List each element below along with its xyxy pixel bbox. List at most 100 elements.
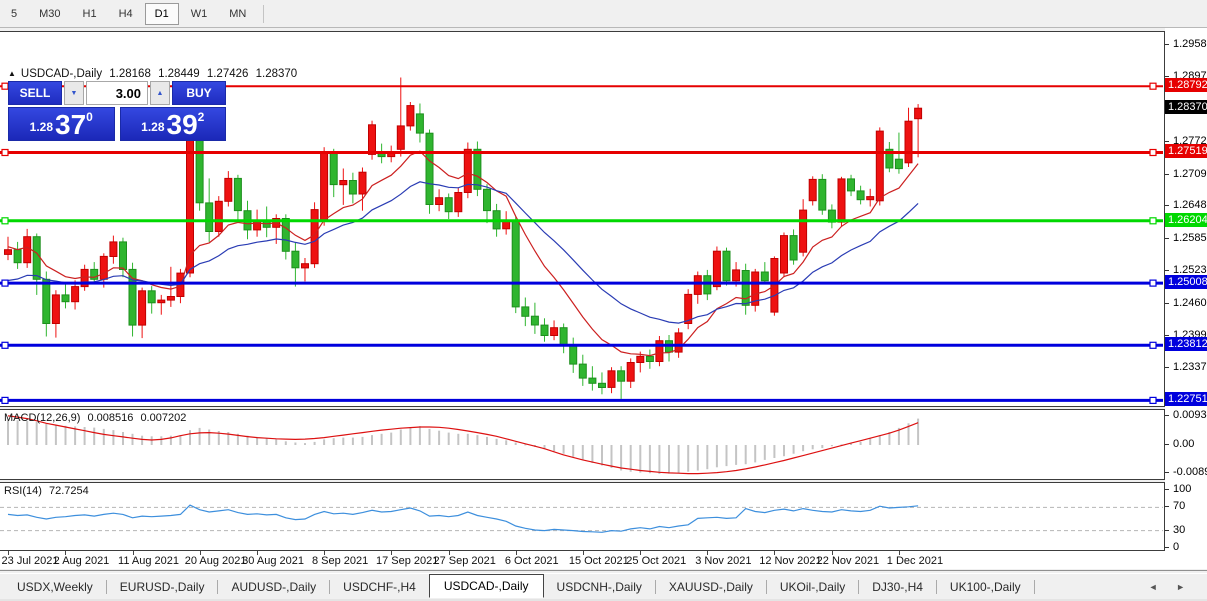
chart-open-value: 1.28168 — [109, 68, 151, 80]
date-label: 3 Nov 2021 — [695, 555, 752, 567]
chart-tab-usdx-weekly[interactable]: USDX,Weekly — [4, 576, 106, 598]
macd-tick-0.00: 0.00 — [1173, 438, 1195, 450]
chart-title: ▲ USDCAD-,Daily 1.28168 1.28449 1.27426 1… — [8, 68, 301, 80]
axis-tick-mark — [1165, 506, 1169, 508]
timeframe-button-h4[interactable]: H4 — [109, 3, 143, 25]
date-label: 11 Aug 2021 — [118, 555, 180, 567]
rsi-chart-canvas[interactable] — [0, 483, 1163, 550]
axis-tick-mark — [1165, 334, 1169, 336]
axis-tick-mark — [1165, 303, 1169, 304]
rsi-indicator-panel[interactable]: RSI(14) 72.7254 — [0, 482, 1165, 551]
date-label: 23 Jul 2021 — [1, 555, 59, 567]
macd-name: MACD(12,26,9) — [4, 412, 81, 424]
hline-handle[interactable] — [1, 217, 9, 225]
rsi-tick-30: 30 — [1173, 523, 1186, 536]
date-label: 6 Oct 2021 — [504, 555, 559, 567]
date-label: 1 Dec 2021 — [886, 555, 944, 567]
collapse-triangle-icon[interactable]: ▲ — [8, 69, 16, 78]
chart-tab-xauusd-daily[interactable]: XAUUSD-,Daily — [656, 576, 766, 598]
axis-tick-mark — [1165, 547, 1169, 548]
hline-price-label-1.28792: 1.28792 — [1165, 78, 1207, 93]
rsi-line — [7, 504, 919, 533]
date-label: 30 Aug 2021 — [242, 555, 304, 567]
volume-decrease-button[interactable]: ▼ — [64, 81, 84, 105]
hline-price-label-1.26204: 1.26204 — [1165, 212, 1207, 227]
hline-handle[interactable] — [1149, 396, 1157, 404]
rsi-name: RSI(14) — [4, 485, 42, 497]
sell-price-sup: 0 — [86, 110, 93, 124]
chart-tab-audusd-daily[interactable]: AUDUSD-,Daily — [218, 576, 329, 598]
chart-tab-eurusd-daily[interactable]: EURUSD-,Daily — [107, 576, 218, 598]
timeframe-toolbar: 5 M30 H1 H4 D1 W1 MN — [0, 0, 1207, 28]
axis-tick-mark — [1165, 414, 1169, 416]
axis-tick-mark — [1165, 489, 1169, 490]
axis-tick-mark — [1165, 75, 1169, 77]
hline-handle[interactable] — [1149, 82, 1157, 90]
rsi-tick-100: 100 — [1173, 483, 1192, 495]
hline-handle[interactable] — [1149, 217, 1157, 225]
axis-tick-mark — [1165, 366, 1169, 368]
chart-close-value: 1.28370 — [255, 68, 298, 80]
rsi-tick-70: 70 — [1173, 500, 1186, 513]
hline-handle[interactable] — [1, 148, 9, 157]
chart-tab-dj30-h4[interactable]: DJ30-,H4 — [859, 576, 936, 598]
chart-low-value: 1.27426 — [206, 68, 249, 80]
hline-handle[interactable] — [1149, 148, 1157, 157]
hline-handle[interactable] — [1, 396, 9, 404]
chart-high-value: 1.28449 — [158, 68, 200, 80]
date-label: 27 Sep 2021 — [433, 555, 496, 567]
hline-price-label-1.25008: 1.25008 — [1165, 275, 1207, 290]
tab-scroll-arrows[interactable]: ◄ ► — [1149, 582, 1193, 592]
macd-tick--0.008902: -0.008902 — [1173, 465, 1207, 478]
current-price-label: 1.28370 — [1165, 100, 1207, 115]
date-label: 15 Oct 2021 — [568, 555, 629, 567]
chart-tab-bar: USDX,Weekly EURUSD-,Daily AUDUSD-,Daily USD… — [0, 573, 1207, 599]
axis-tick-mark — [1165, 444, 1169, 445]
timeframe-button-d1[interactable]: D1 — [144, 2, 179, 25]
hline-price-label-1.23812: 1.23812 — [1165, 337, 1207, 352]
axis-tick-mark — [1165, 173, 1169, 175]
axis-tick-mark — [1165, 529, 1169, 531]
sell-button[interactable]: SELL — [8, 81, 62, 105]
chart-tab-usdcnh-daily[interactable]: USDCNH-,Daily — [544, 576, 655, 598]
hline-handle[interactable] — [1149, 279, 1157, 287]
date-axis[interactable]: 23 Jul 2021 2 Aug 2021 11 Aug 2021 20 Aug 2… — [0, 551, 1165, 569]
date-label: 2 Aug 2021 — [53, 555, 110, 567]
price-tick-1.24605: 1.24605 — [1173, 297, 1207, 309]
macd-signal-value: 0.007202 — [140, 412, 187, 424]
main-chart-panel[interactable]: ▲ USDCAD-,Daily 1.28168 1.28449 1.27426 1… — [0, 31, 1165, 407]
buy-price-prefix: 1.28 — [141, 120, 165, 134]
date-label: 20 Aug 2021 — [184, 555, 247, 567]
price-axis[interactable]: 1.295851.289701.277251.270951.264801.258… — [1165, 28, 1207, 569]
chart-tab-ukoil-daily[interactable]: UKOil-,Daily — [767, 576, 858, 598]
axis-tick-mark — [1165, 238, 1169, 240]
one-click-trade-panel: SELL ▼ 3.00 ▲ BUY 1.28 37 0 1.28 39 2 — [8, 81, 226, 141]
timeframe-button-h1[interactable]: H1 — [73, 3, 107, 25]
sell-price-box[interactable]: 1.28 37 0 — [8, 107, 115, 141]
date-label: 17 Sep 2021 — [375, 555, 439, 567]
date-label: 8 Sep 2021 — [311, 555, 369, 567]
buy-button[interactable]: BUY — [172, 81, 226, 105]
timeframe-button-m30[interactable]: M30 — [29, 3, 70, 25]
axis-tick-mark — [1165, 140, 1169, 142]
chart-tab-usdchf-h4[interactable]: USDCHF-,H4 — [330, 576, 429, 598]
timeframe-button-mn[interactable]: MN — [219, 3, 256, 25]
timeframe-button-5[interactable]: 5 — [1, 3, 27, 25]
chart-tab-uk100-daily[interactable]: UK100-,Daily — [937, 576, 1034, 598]
macd-main-value: 0.008516 — [87, 412, 134, 424]
volume-increase-button[interactable]: ▲ — [150, 81, 170, 105]
buy-price-box[interactable]: 1.28 39 2 — [119, 107, 226, 141]
chart-tab-usdcad-daily[interactable]: USDCAD-,Daily — [428, 573, 544, 598]
chart-symbol-label: USDCAD-,Daily — [20, 68, 103, 80]
hline-handle[interactable] — [1149, 341, 1157, 349]
hline-handle[interactable] — [1, 279, 9, 287]
toolbar-separator — [263, 4, 265, 23]
volume-input[interactable]: 3.00 — [86, 81, 148, 105]
price-tick-1.29585: 1.29585 — [1173, 38, 1207, 50]
macd-indicator-panel[interactable]: MACD(12,26,9) 0.008516 0.007202 — [0, 409, 1165, 480]
hline-handle[interactable] — [1, 341, 9, 349]
axis-tick-mark — [1165, 44, 1169, 45]
axis-tick-mark — [1165, 270, 1169, 272]
buy-price-big: 39 — [166, 109, 198, 140]
timeframe-button-w1[interactable]: W1 — [181, 3, 218, 25]
